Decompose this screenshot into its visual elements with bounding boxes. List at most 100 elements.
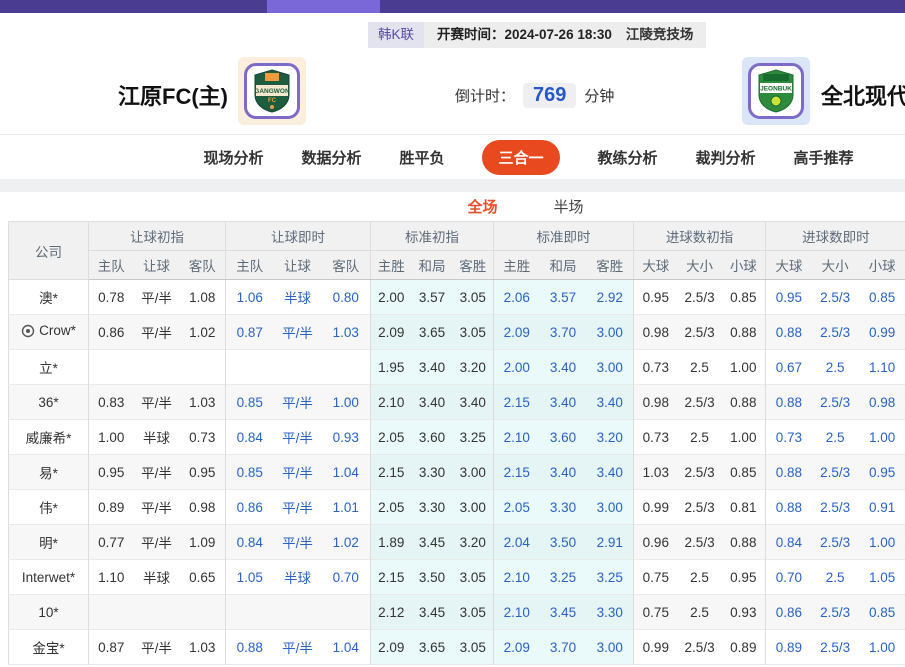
odds-cell[interactable]: 2.5/3 — [812, 630, 859, 665]
nav-tab-3[interactable]: 胜平负 — [399, 147, 444, 168]
odds-cell[interactable]: 3.40 — [540, 385, 587, 420]
odds-cell[interactable]: 2.10 — [494, 595, 540, 630]
odds-cell[interactable]: 平/半 — [274, 385, 322, 420]
odds-cell[interactable]: 2.00 — [494, 350, 540, 385]
odds-cell[interactable]: 0.86 — [766, 595, 812, 630]
odds-cell[interactable]: 0.88 — [766, 315, 812, 350]
odds-cell[interactable]: 0.91 — [859, 490, 905, 525]
odds-cell[interactable]: 0.70 — [766, 560, 812, 595]
odds-cell[interactable]: 2.92 — [587, 280, 634, 315]
odds-cell[interactable]: 3.70 — [540, 315, 587, 350]
odds-cell[interactable]: 平/半 — [274, 315, 322, 350]
odds-cell[interactable]: 2.5/3 — [812, 315, 859, 350]
odds-cell[interactable]: 3.60 — [540, 420, 587, 455]
bookmaker-name[interactable]: 易* — [9, 455, 89, 490]
bookmaker-name[interactable]: 立* — [9, 350, 89, 385]
nav-tab-4[interactable]: 三合一 — [482, 140, 559, 175]
bookmaker-name[interactable]: 澳* — [9, 280, 89, 315]
odds-cell[interactable]: 0.73 — [766, 420, 812, 455]
odds-cell[interactable]: 0.84 — [766, 525, 812, 560]
odds-cell[interactable]: 3.50 — [540, 525, 587, 560]
odds-cell[interactable]: 2.5/3 — [812, 385, 859, 420]
odds-cell[interactable]: 3.20 — [587, 420, 634, 455]
odds-cell[interactable]: 3.25 — [587, 560, 634, 595]
nav-tab-7[interactable]: 高手推荐 — [794, 147, 854, 168]
odds-cell[interactable]: 0.85 — [226, 385, 274, 420]
odds-cell[interactable]: 2.5 — [812, 560, 859, 595]
odds-cell[interactable]: 3.70 — [540, 630, 587, 665]
odds-cell[interactable]: 0.99 — [859, 315, 905, 350]
odds-cell[interactable]: 0.80 — [322, 280, 371, 315]
odds-cell[interactable]: 0.85 — [859, 280, 905, 315]
odds-cell[interactable]: 2.15 — [494, 385, 540, 420]
odds-cell[interactable]: 1.05 — [226, 560, 274, 595]
nav-tab-6[interactable]: 裁判分析 — [696, 147, 756, 168]
odds-cell[interactable]: 0.67 — [766, 350, 812, 385]
odds-cell[interactable]: 1.00 — [859, 525, 905, 560]
odds-cell[interactable]: 3.30 — [540, 490, 587, 525]
odds-cell[interactable]: 2.10 — [494, 420, 540, 455]
odds-cell[interactable]: 2.5/3 — [812, 280, 859, 315]
odds-cell[interactable]: 平/半 — [274, 455, 322, 490]
odds-cell[interactable]: 2.10 — [494, 560, 540, 595]
odds-cell[interactable]: 3.40 — [587, 385, 634, 420]
odds-cell[interactable]: 1.04 — [322, 455, 371, 490]
odds-cell[interactable]: 2.5 — [812, 420, 859, 455]
odds-cell[interactable]: 3.25 — [540, 560, 587, 595]
odds-cell[interactable]: 2.05 — [494, 490, 540, 525]
odds-cell[interactable]: 0.87 — [226, 315, 274, 350]
odds-cell[interactable]: 1.02 — [322, 525, 371, 560]
bookmaker-name[interactable]: Interwet* — [9, 560, 89, 595]
odds-cell[interactable]: 0.88 — [766, 455, 812, 490]
odds-cell[interactable]: 半球 — [274, 560, 322, 595]
odds-cell[interactable]: 3.57 — [540, 280, 587, 315]
odds-cell[interactable]: 3.00 — [587, 630, 634, 665]
bookmaker-name[interactable]: 10* — [9, 595, 89, 630]
odds-cell[interactable]: 0.84 — [226, 420, 274, 455]
odds-cell[interactable]: 1.10 — [859, 350, 905, 385]
odds-cell[interactable]: 2.5/3 — [812, 595, 859, 630]
odds-cell[interactable]: 2.06 — [494, 280, 540, 315]
odds-cell[interactable]: 1.03 — [322, 315, 371, 350]
odds-cell[interactable]: 1.06 — [226, 280, 274, 315]
nav-tab-1[interactable]: 现场分析 — [203, 147, 263, 168]
odds-cell[interactable]: 3.00 — [587, 315, 634, 350]
odds-cell[interactable]: 2.15 — [494, 455, 540, 490]
odds-cell[interactable]: 0.88 — [766, 385, 812, 420]
odds-cell[interactable]: 0.98 — [859, 385, 905, 420]
odds-cell[interactable]: 0.88 — [226, 630, 274, 665]
odds-cell[interactable]: 3.40 — [587, 455, 634, 490]
odds-cell[interactable]: 3.00 — [587, 350, 634, 385]
odds-cell[interactable]: 2.5 — [812, 350, 859, 385]
bookmaker-name[interactable]: 36* — [9, 385, 89, 420]
odds-cell[interactable]: 2.09 — [494, 315, 540, 350]
odds-cell[interactable]: 2.09 — [494, 630, 540, 665]
odds-cell[interactable]: 0.93 — [322, 420, 371, 455]
odds-cell[interactable]: 0.84 — [226, 525, 274, 560]
odds-cell[interactable]: 2.5/3 — [812, 455, 859, 490]
odds-cell[interactable]: 平/半 — [274, 630, 322, 665]
odds-cell[interactable]: 0.95 — [766, 280, 812, 315]
odds-cell[interactable]: 1.01 — [322, 490, 371, 525]
odds-cell[interactable]: 2.91 — [587, 525, 634, 560]
odds-cell[interactable]: 0.88 — [766, 490, 812, 525]
odds-cell[interactable]: 1.00 — [859, 420, 905, 455]
odds-cell[interactable]: 3.00 — [587, 490, 634, 525]
odds-cell[interactable]: 1.04 — [322, 630, 371, 665]
odds-cell[interactable]: 2.5/3 — [812, 525, 859, 560]
bookmaker-name[interactable]: Crow* — [9, 315, 89, 350]
odds-cell[interactable]: 3.40 — [540, 455, 587, 490]
odds-cell[interactable]: 3.40 — [540, 350, 587, 385]
odds-cell[interactable]: 0.89 — [766, 630, 812, 665]
odds-cell[interactable]: 0.85 — [226, 455, 274, 490]
bookmaker-name[interactable]: 明* — [9, 525, 89, 560]
odds-cell[interactable]: 0.86 — [226, 490, 274, 525]
odds-cell[interactable]: 平/半 — [274, 420, 322, 455]
odds-cell[interactable]: 2.5/3 — [812, 490, 859, 525]
odds-cell[interactable]: 1.05 — [859, 560, 905, 595]
odds-cell[interactable]: 平/半 — [274, 525, 322, 560]
odds-cell[interactable]: 0.70 — [322, 560, 371, 595]
bookmaker-name[interactable]: 金宝* — [9, 630, 89, 665]
odds-cell[interactable]: 半球 — [274, 280, 322, 315]
odds-cell[interactable]: 3.30 — [587, 595, 634, 630]
